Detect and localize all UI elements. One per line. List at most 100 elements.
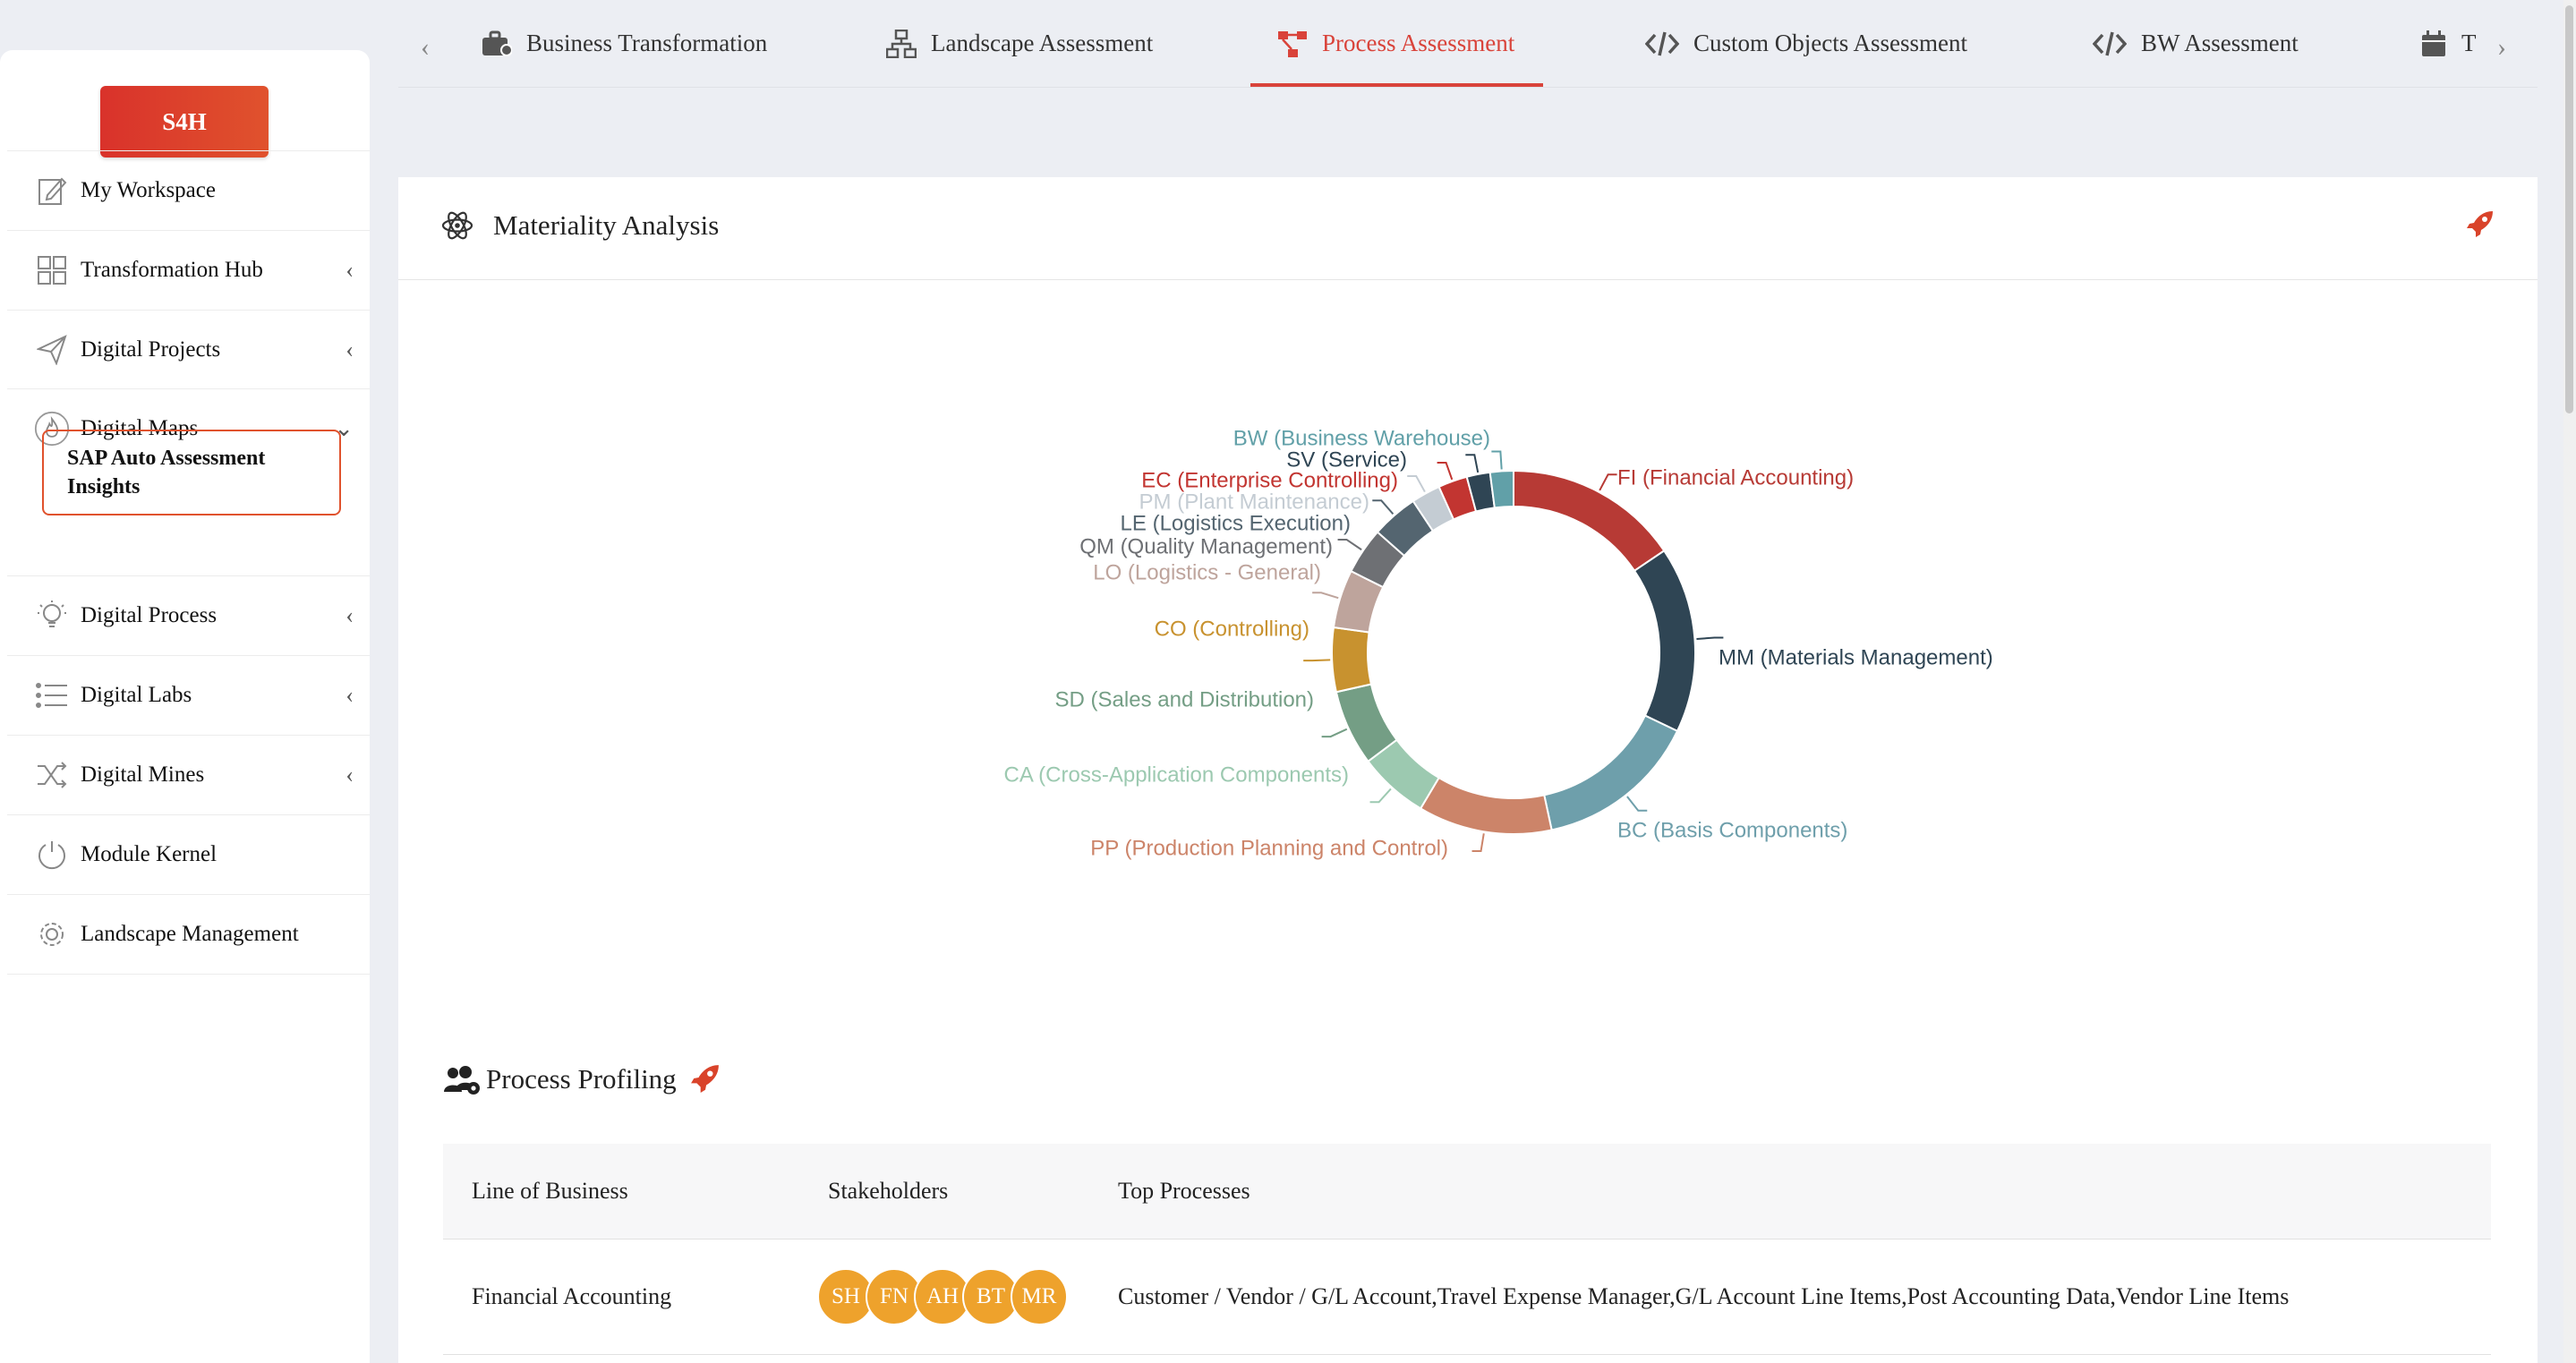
stakeholder-avatars: SH FN AH BT MR <box>817 1239 1068 1354</box>
calendar-icon <box>2420 30 2447 58</box>
chevron-left-icon[interactable]: ‹ <box>345 682 354 709</box>
donut-label: LO (Logistics - General) <box>1093 560 1321 584</box>
donut-label: SD (Sales and Distribution) <box>1055 687 1314 711</box>
tabs-scroll-right-icon[interactable]: › <box>2497 32 2506 63</box>
shuffle-icon <box>34 757 70 793</box>
tab-bw-assessment[interactable]: BW Assessment <box>2093 0 2299 87</box>
tab-label: Process Assessment <box>1322 30 1515 56</box>
donut-label: MM (Materials Management) <box>1719 645 1993 669</box>
avatar[interactable]: MR <box>1011 1268 1068 1325</box>
sidebar-subitem-sap-auto-assessment-insights[interactable]: SAP Auto Assessment Insights <box>42 430 341 515</box>
sidebar-item-module-kernel[interactable]: Module Kernel <box>7 814 370 893</box>
tab-label: BW Assessment <box>2141 30 2299 56</box>
edit-icon <box>34 173 70 209</box>
tab-label: Business Transformation <box>526 30 768 56</box>
power-icon <box>34 837 70 873</box>
chevron-left-icon[interactable]: ‹ <box>345 336 354 363</box>
code-icon <box>2093 30 2127 57</box>
chevron-left-icon[interactable]: ‹ <box>345 762 354 788</box>
donut-slice[interactable] <box>1488 469 1514 509</box>
donut-label-line <box>1312 592 1339 600</box>
sidebar-divider <box>7 974 370 975</box>
tabs-scroll-left-icon[interactable]: ‹ <box>421 32 430 63</box>
donut-label-line <box>1465 454 1480 473</box>
gear-icon <box>34 916 70 952</box>
app-logo[interactable]: S4H <box>100 86 269 158</box>
process-profiling-table: Line of Business Stakeholders Top Proces… <box>443 1144 2491 1355</box>
sidebar-item-digital-labs[interactable]: Digital Labs ‹ <box>7 655 370 734</box>
donut-label: CA (Cross-Application Components) <box>1004 762 1350 787</box>
donut-label: FI (Financial Accounting) <box>1617 465 1854 490</box>
sidebar-item-my-workspace[interactable]: My Workspace <box>7 150 370 229</box>
tab-t[interactable]: T <box>2420 0 2477 87</box>
main-card: Materiality Analysis FI (Financial Accou… <box>398 177 2538 1363</box>
code-icon <box>1645 30 1679 57</box>
briefcase-icon <box>482 30 512 57</box>
donut-label: QM (Quality Management) <box>1079 534 1333 558</box>
sidebar-item-label: Digital Projects <box>81 336 221 362</box>
donut-label-line <box>1599 473 1617 491</box>
materiality-header: Materiality Analysis <box>398 177 2538 280</box>
grid-icon <box>34 252 70 288</box>
rocket-icon[interactable] <box>2466 209 2495 238</box>
list-icon <box>34 677 70 713</box>
atom-icon <box>441 211 473 240</box>
users-gear-icon <box>444 1066 480 1095</box>
process-icon <box>1277 30 1308 58</box>
donut-label-line <box>1321 728 1348 738</box>
tab-landscape-assessment[interactable]: Landscape Assessment <box>886 0 1153 87</box>
donut-label-line <box>1696 636 1724 640</box>
donut-label-line <box>1437 462 1454 481</box>
tab-label: T <box>2461 30 2477 56</box>
donut-label: PM (Plant Maintenance) <box>1139 490 1369 514</box>
tab-process-assessment[interactable]: Process Assessment <box>1250 0 1544 87</box>
cell-line-of-business: Financial Accounting <box>472 1283 672 1309</box>
table-header: Line of Business Stakeholders Top Proces… <box>443 1144 2491 1239</box>
donut-slice[interactable] <box>1543 714 1679 831</box>
donut-label: CO (Controlling) <box>1155 617 1309 641</box>
sidebar-item-label: My Workspace <box>81 177 216 202</box>
donut-label-line <box>1626 796 1648 812</box>
donut-label-line <box>1491 450 1503 470</box>
tab-custom-objects-assessment[interactable]: Custom Objects Assessment <box>1645 0 1967 87</box>
table-row[interactable]: Financial Accounting SH FN AH BT MR Cust… <box>443 1239 2491 1355</box>
sidebar-item-label: Digital Labs <box>81 682 192 707</box>
column-header-stakeholders[interactable]: Stakeholders <box>828 1144 948 1239</box>
column-header-top-processes[interactable]: Top Processes <box>1118 1144 1250 1239</box>
donut-label: LE (Logistics Execution) <box>1121 511 1351 535</box>
sidebar-item-label: Digital Mines <box>81 762 205 787</box>
donut-label-line <box>1471 833 1485 853</box>
bulb-icon <box>34 598 70 634</box>
chevron-left-icon[interactable]: ‹ <box>345 257 354 284</box>
chevron-left-icon[interactable]: ‹ <box>345 602 354 629</box>
sidebar-item-digital-mines[interactable]: Digital Mines ‹ <box>7 735 370 814</box>
sidebar-item-digital-projects[interactable]: Digital Projects ‹ <box>7 310 370 388</box>
donut-slice[interactable] <box>1633 549 1696 733</box>
materiality-donut-chart: FI (Financial Accounting) MM (Materials M… <box>1004 426 1993 860</box>
tab-business-transformation[interactable]: Business Transformation <box>482 0 767 87</box>
donut-label-line <box>1407 475 1426 493</box>
column-header-line-of-business[interactable]: Line of Business <box>472 1144 628 1239</box>
network-icon <box>886 29 917 58</box>
donut-label-line <box>1337 539 1362 551</box>
donut-label-line <box>1372 499 1395 515</box>
tab-label: Custom Objects Assessment <box>1693 30 1968 56</box>
sidebar-item-transformation-hub[interactable]: Transformation Hub ‹ <box>7 230 370 309</box>
materiality-title: Materiality Analysis <box>493 209 720 241</box>
donut-slice[interactable] <box>1419 776 1553 835</box>
sidebar-item-digital-process[interactable]: Digital Process ‹ <box>7 575 370 654</box>
sidebar-item-label: Transformation Hub <box>81 257 263 282</box>
process-profiling-title: Process Profiling <box>486 1063 677 1095</box>
donut-label: BC (Basis Components) <box>1617 818 1847 842</box>
scrollbar-thumb[interactable] <box>2565 5 2573 413</box>
sidebar-item-label: Module Kernel <box>81 841 218 866</box>
rocket-icon[interactable] <box>690 1063 721 1094</box>
donut-label: EC (Enterprise Controlling) <box>1141 468 1398 492</box>
tab-label: Landscape Assessment <box>931 30 1154 56</box>
send-icon <box>34 332 70 368</box>
donut-slice[interactable] <box>1331 626 1373 694</box>
donut-label-line <box>1369 788 1392 804</box>
sidebar-item-landscape-management[interactable]: Landscape Management <box>7 894 370 973</box>
sidebar-item-label: Landscape Management <box>81 921 299 946</box>
donut-label: SV (Service) <box>1286 447 1407 472</box>
